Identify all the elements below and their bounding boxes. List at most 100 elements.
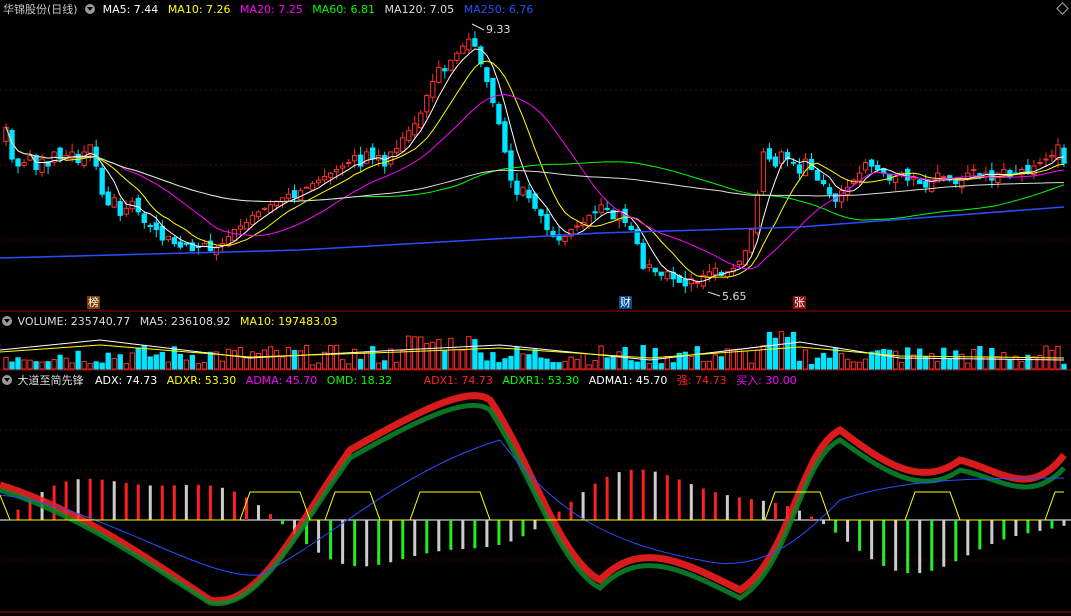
indicator-bar: [184, 484, 188, 520]
indicator-bar: [269, 514, 272, 520]
volume-bar: [75, 350, 81, 370]
indicator-bar: [653, 471, 657, 520]
volume-bar: [646, 362, 652, 370]
volume-bar: [27, 359, 33, 370]
candle-body: [333, 169, 340, 173]
indicator-bar: [930, 520, 934, 571]
candle-body: [820, 180, 827, 185]
volume-bar: [472, 339, 478, 370]
volume-bar: [448, 337, 454, 370]
indicator-bar: [232, 491, 236, 520]
candle-body: [249, 214, 256, 225]
indicator-bar: [521, 520, 525, 537]
volume-bar: [111, 357, 117, 370]
volume-bar: [261, 349, 268, 370]
candle-body: [243, 221, 250, 230]
volume-bar: [568, 356, 574, 370]
volume-bar: [454, 349, 460, 370]
indicator-bar: [196, 484, 200, 520]
candle-body: [490, 77, 496, 104]
stock-chart[interactable]: 9.33 5.65: [0, 0, 1071, 616]
candle-body: [231, 229, 238, 241]
candle-body: [778, 151, 785, 165]
candle-body: [640, 242, 646, 269]
candle-body: [1061, 147, 1067, 164]
candle-body: [153, 222, 159, 230]
volume-bar: [219, 360, 226, 370]
candle-body: [748, 229, 755, 253]
candle-body: [874, 164, 881, 171]
indicator-bar: [365, 520, 369, 567]
indicator-bar: [100, 479, 104, 520]
indicator-bar: [858, 520, 862, 551]
candle-body: [772, 156, 779, 167]
candle-body: [424, 95, 430, 113]
volume-bar: [748, 362, 755, 370]
marker-finance[interactable]: 财: [619, 296, 632, 309]
candle-body: [953, 179, 959, 185]
volume-bar: [766, 331, 773, 370]
volume-bar: [953, 350, 959, 370]
indicator-bar: [665, 475, 669, 520]
marker-rise[interactable]: 张: [793, 296, 806, 309]
volume-bar: [267, 346, 274, 370]
candle-body: [327, 172, 334, 178]
indicator-bar: [557, 511, 561, 520]
volume-bar: [231, 350, 238, 370]
volume-bar: [502, 358, 508, 370]
candle-body: [183, 242, 190, 245]
indicator-bar: [389, 520, 393, 563]
volume-bar: [730, 349, 737, 370]
indicator-bar: [208, 485, 212, 520]
indicator-bar: [16, 509, 20, 520]
volume-bar: [123, 362, 129, 370]
volume-bar: [345, 363, 352, 370]
volume-bar: [947, 358, 953, 370]
marker-rank[interactable]: 榜: [87, 296, 100, 309]
candle-body: [496, 103, 502, 125]
volume-bar: [33, 361, 39, 370]
candle-body: [514, 180, 520, 195]
volume-bar: [520, 353, 526, 370]
candle-body: [15, 158, 21, 167]
volume-bar: [382, 360, 388, 370]
indicator-bar: [112, 481, 116, 520]
candle-body: [412, 123, 418, 136]
indicator-bar: [425, 520, 429, 554]
volume-bar: [622, 347, 628, 370]
volume-bar: [99, 362, 105, 370]
volume-bar: [117, 354, 123, 370]
volume-bar: [688, 355, 694, 370]
volume-bar: [844, 358, 851, 370]
volume-bar: [255, 352, 262, 370]
candle-body: [141, 213, 147, 223]
volume-bar: [508, 355, 514, 370]
volume-bar: [911, 354, 917, 370]
volume-bar: [406, 335, 412, 370]
candle-body: [159, 225, 165, 241]
volume-bar: [496, 362, 502, 370]
candle-body: [237, 225, 244, 230]
indicator-bar: [353, 520, 357, 567]
indicator-bar: [894, 520, 898, 571]
indicator-bar: [509, 520, 513, 542]
volume-bar: [784, 336, 791, 370]
indicator-bar: [461, 520, 465, 550]
volume-bar: [201, 362, 208, 370]
candle-body: [321, 176, 328, 181]
candle-body: [285, 193, 292, 199]
indicator-bar: [942, 520, 946, 567]
candle-body: [105, 191, 111, 206]
indicator-bar: [641, 469, 645, 520]
candle-body: [99, 167, 105, 195]
volume-bar: [412, 336, 418, 370]
indicator-bar: [136, 484, 140, 520]
ma20-line: [5, 93, 1065, 270]
volume-bar: [3, 356, 9, 370]
volume-bar: [237, 347, 244, 370]
candle-body: [315, 179, 322, 184]
candle-body: [351, 154, 358, 162]
indicator-bar: [725, 495, 729, 520]
volume-bar: [899, 361, 905, 370]
volume-bar: [1061, 363, 1067, 370]
